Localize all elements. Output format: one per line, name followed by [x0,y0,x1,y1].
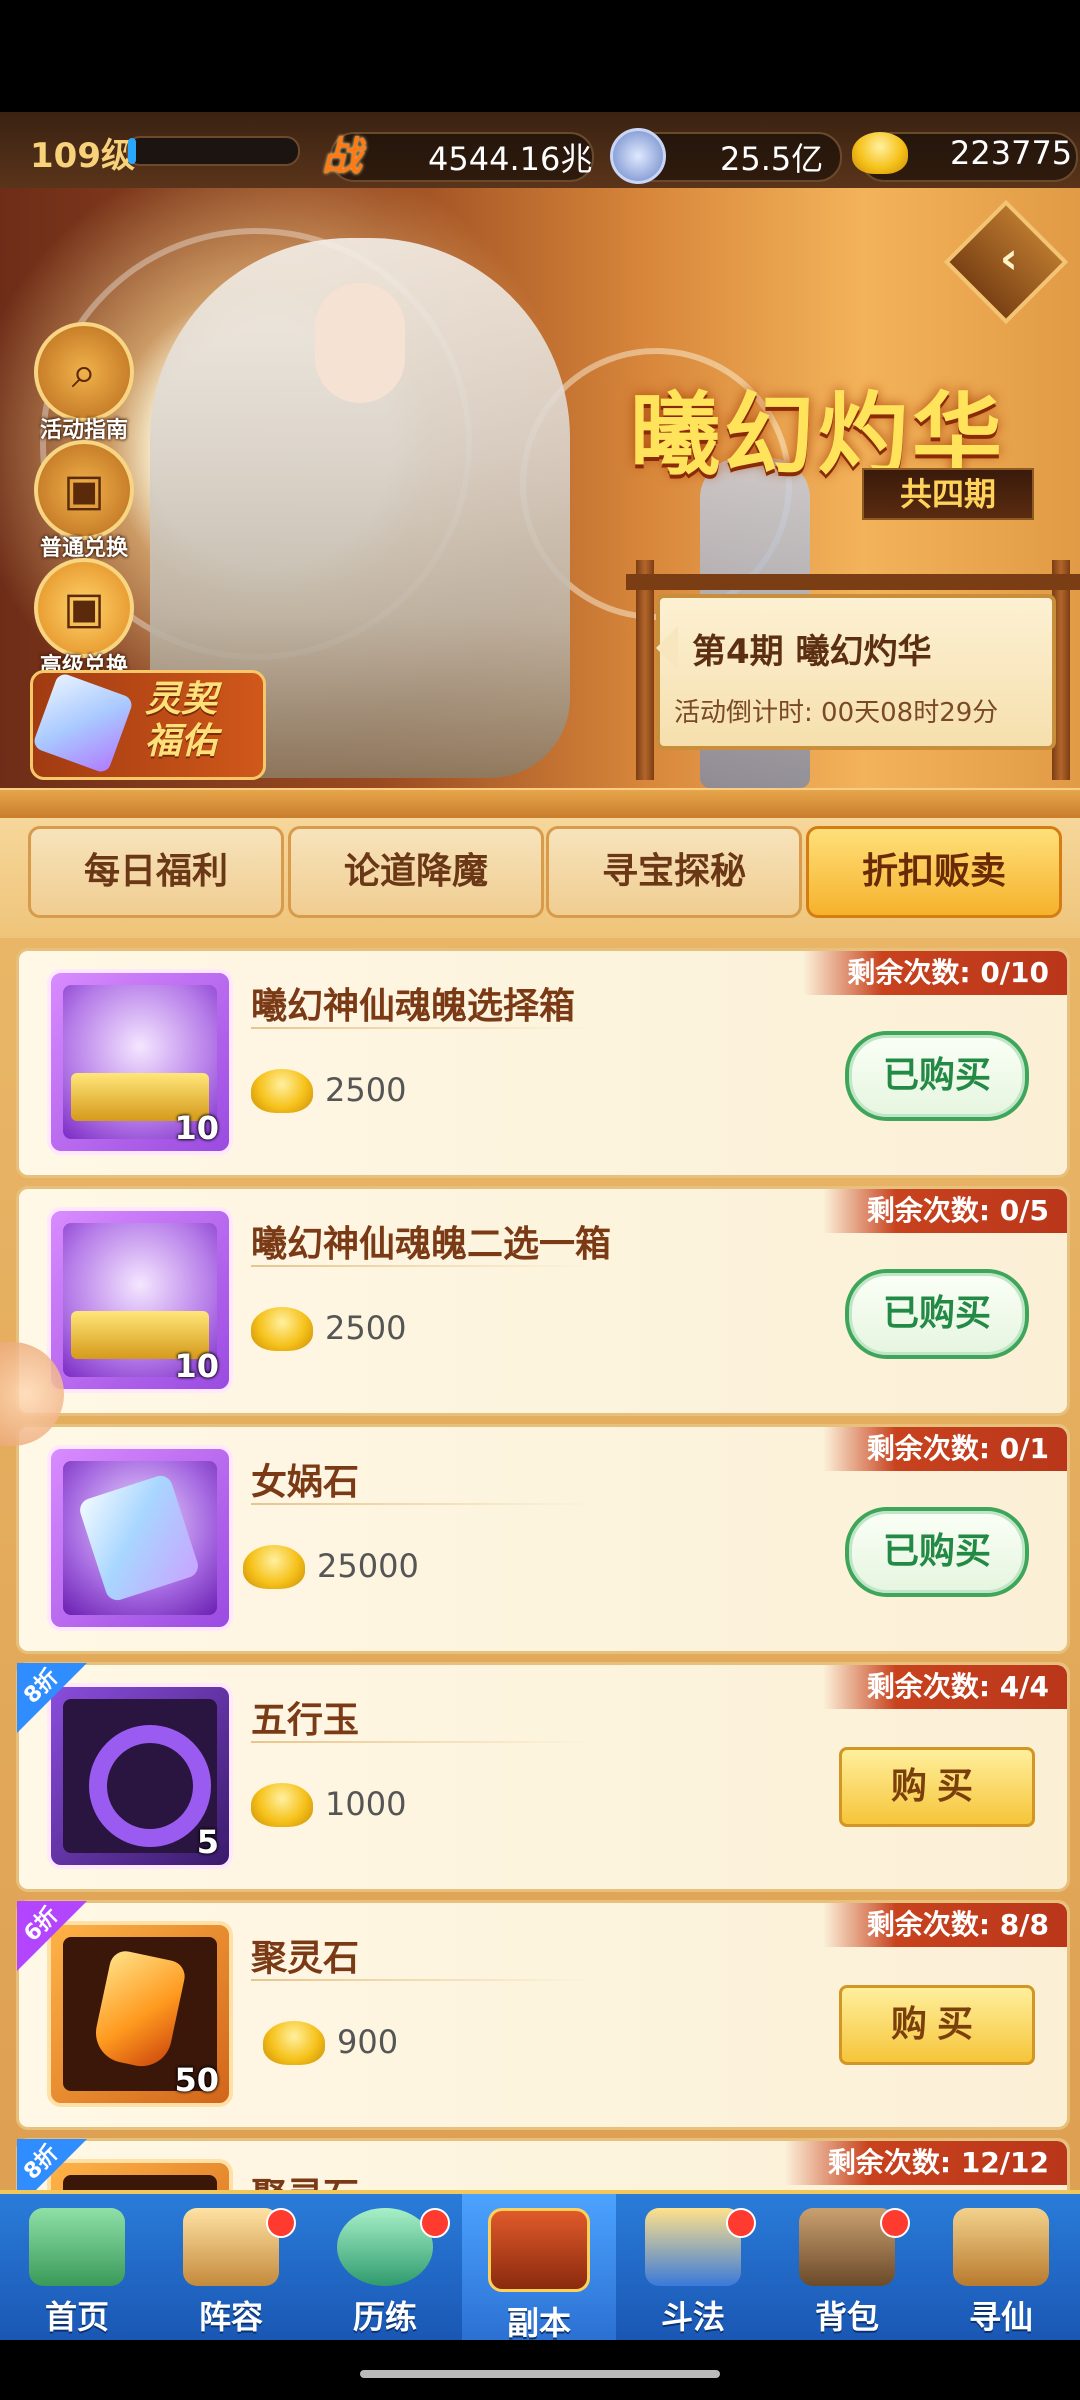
nav-label: 寻仙 [968,2298,1033,2336]
shop-item: 女娲石 25000 剩余次数: 0/1 已购买 [16,1424,1070,1654]
item-icon-soul-box: 10 [47,1207,233,1393]
item-price: 2500 [325,1071,407,1109]
normal-exchange-button[interactable]: ▣ 普通兑换 [32,440,136,562]
remaining-count: 剩余次数: 0/1 [822,1427,1067,1471]
gold-ingot-icon [243,1545,305,1589]
item-price: 2500 [325,1309,407,1347]
nav-home[interactable]: 首页 [0,2194,154,2344]
item-name: 聚灵石 [251,1938,360,1979]
event-periods: 共四期 [862,468,1034,520]
notification-dot [880,2208,910,2238]
item-qty: 5 [196,1823,219,1861]
back-arrow-icon: ‹ [999,233,1018,285]
scroll-icon [953,2208,1049,2286]
nav-label: 首页 [44,2298,109,2336]
shop-item: 5 8折 五行玉 1000 剩余次数: 4/4 购买 [16,1662,1070,1892]
home-indicator[interactable] [360,2370,720,2378]
nav-label: 阵容 [198,2298,263,2336]
power-icon: 战 [322,134,362,180]
tab-discount-sale[interactable]: 折扣贩卖 [806,826,1062,918]
board-pole-left [636,560,654,780]
item-price: 900 [337,2023,399,2061]
nav-label: 副本 [506,2304,571,2342]
tortoise-icon [337,2208,433,2286]
item-name: 曦幻神仙魂魄二选一箱 [251,1224,612,1265]
prev-period-arrow-icon[interactable] [656,626,678,670]
notification-dot [420,2208,450,2238]
cards-icon [183,2208,279,2286]
guide-button[interactable]: ⌕ 活动指南 [32,322,136,444]
giftbox-icon: ▣ [34,440,134,540]
shop-item: 10 曦幻神仙魂魄二选一箱 2500 剩余次数: 0/5 已购买 [16,1186,1070,1416]
notification-dot [266,2208,296,2238]
giftbox-icon: ▣ [34,558,134,658]
period-name: 第4期 曦幻灼华 [692,632,932,672]
shop-item: 8折 聚灵石 剩余次数: 12/12 [16,2138,1070,2190]
tab-daily-welfare[interactable]: 每日福利 [28,826,284,918]
gold-value: 223775 [950,134,1073,172]
nav-label: 背包 [814,2298,879,2336]
item-icon-nuwa-stone [47,1445,233,1631]
bless-button[interactable]: 灵契福佑 [30,670,266,780]
gold-ingot-icon [251,1069,313,1113]
period-board: 第4期 曦幻灼华 活动倒计时: 00天08时29分 [656,594,1056,750]
item-name: 曦幻神仙魂魄选择箱 [251,986,576,1027]
bought-button[interactable]: 已购买 [845,1031,1029,1121]
gold-ingot-icon [852,132,908,174]
buy-button[interactable]: 购买 [839,1747,1035,1827]
gold-ingot-icon [251,1783,313,1827]
item-name: 女娲石 [251,1462,360,1503]
item-qty: 10 [174,1109,219,1147]
remaining-count: 剩余次数: 0/10 [803,951,1067,995]
remaining-count: 剩余次数: 12/12 [783,2141,1067,2185]
nav-label: 斗法 [660,2298,725,2336]
section-divider [0,788,1080,822]
bless-label: 灵契福佑 [145,679,218,762]
item-name: 聚灵石 [251,2167,359,2190]
tab-demon-quest[interactable]: 论道降魔 [288,826,544,918]
home-mountain-icon [29,2208,125,2286]
player-level: 109级 [30,136,135,176]
gold-ingot-icon [251,1307,313,1351]
shop-item: 10 曦幻神仙魂魄选择箱 2500 剩余次数: 0/10 已购买 [16,948,1070,1178]
crystal-icon [31,671,135,775]
item-qty: 50 [174,2061,219,2099]
item-qty: 10 [174,1347,219,1385]
item-icon-soul-box: 10 [47,969,233,1155]
item-price: 1000 [325,1785,407,1823]
nav-dungeon[interactable]: 副本 [462,2194,616,2344]
power-value: 4544.16兆 [428,140,593,178]
remaining-count: 剩余次数: 4/4 [822,1665,1067,1709]
gold-ingot-icon [263,2021,325,2065]
nav-label: 历练 [352,2298,417,2336]
notification-dot [726,2208,756,2238]
silver-coin-icon [610,128,666,184]
bottom-nav: 首页 阵容 历练 副本 斗法 背包 寻仙 [0,2190,1080,2344]
countdown: 活动倒计时: 00天08时29分 [674,698,999,728]
buy-button[interactable]: 购买 [839,1985,1035,2065]
nav-seek-immortal[interactable]: 寻仙 [924,2194,1078,2344]
item-price: 25000 [317,1547,419,1585]
status-bar [0,0,1080,112]
shop-list[interactable]: 10 曦幻神仙魂魄选择箱 2500 剩余次数: 0/10 已购买 10 曦幻神仙… [0,938,1080,2190]
exp-bar [126,136,300,166]
bought-button[interactable]: 已购买 [845,1507,1029,1597]
remaining-count: 剩余次数: 8/8 [822,1903,1067,1947]
bought-button[interactable]: 已购买 [845,1269,1029,1359]
gate-icon [488,2208,590,2292]
item-name: 五行玉 [251,1700,360,1741]
magnifier-icon: ⌕ [34,322,134,422]
advanced-exchange-button[interactable]: ▣ 高级兑换 [32,558,136,680]
shop-item: 50 6折 聚灵石 900 剩余次数: 8/8 购买 [16,1900,1070,2130]
silver-value: 25.5亿 [720,140,824,178]
tab-treasure-hunt[interactable]: 寻宝探秘 [546,826,802,918]
remaining-count: 剩余次数: 0/5 [822,1189,1067,1233]
